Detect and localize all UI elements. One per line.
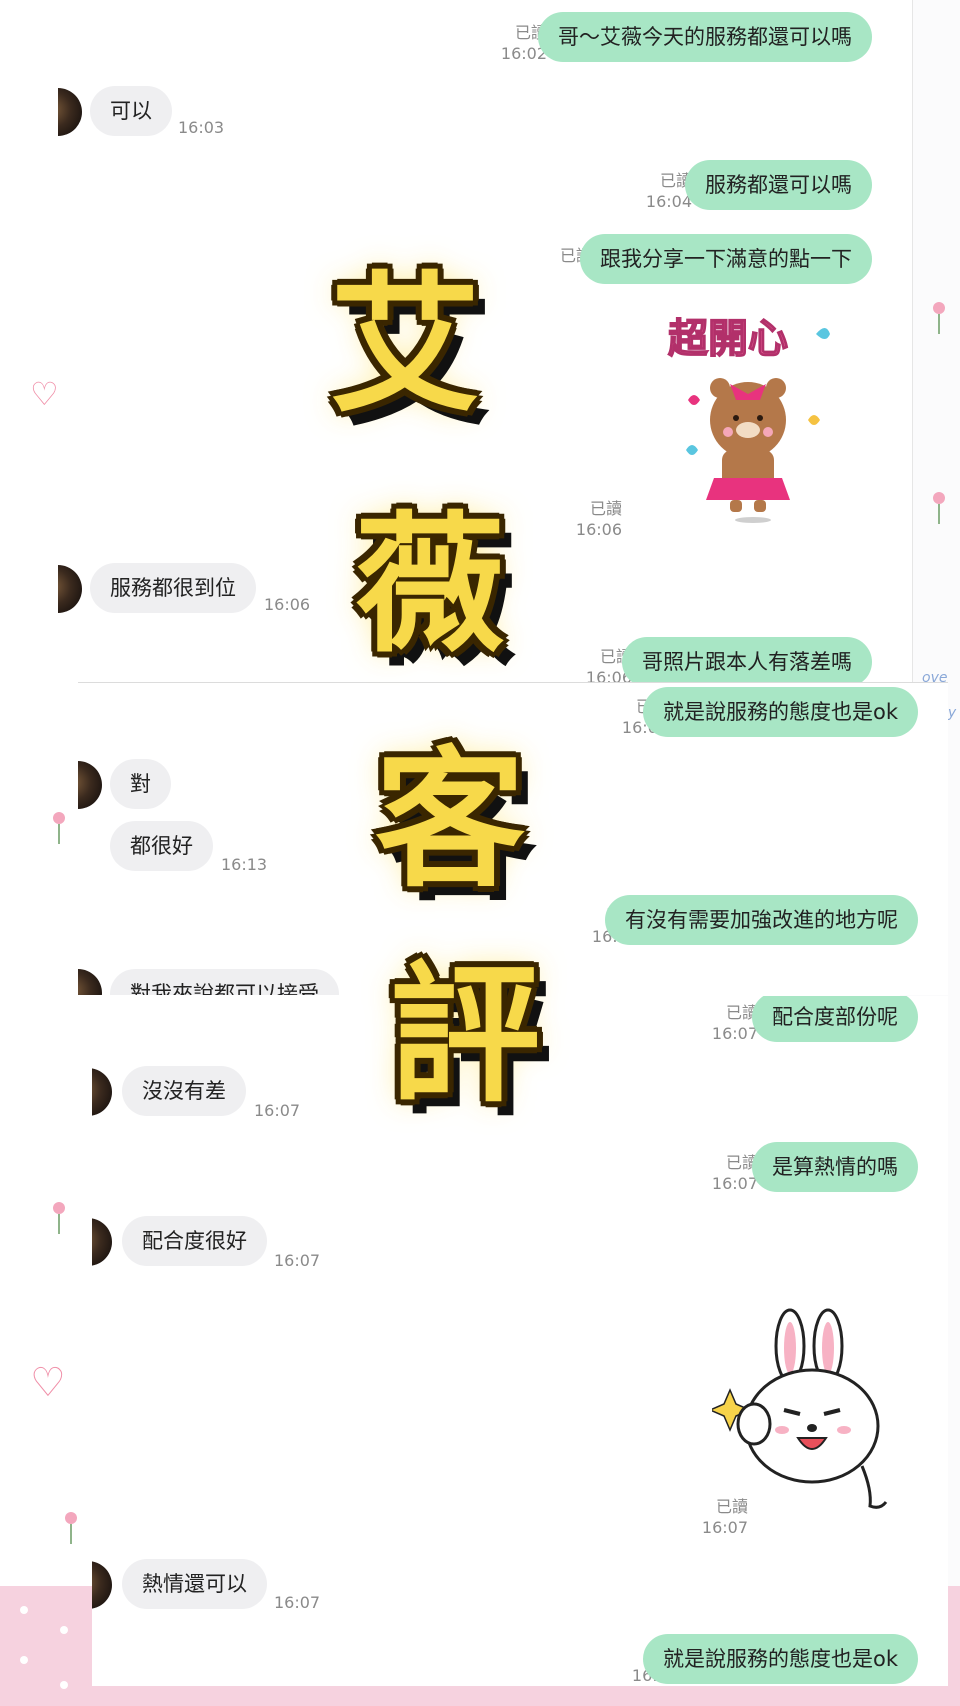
incoming-message-bubble[interactable]: 服務都很到位 <box>90 563 256 613</box>
flower-icon <box>53 1202 65 1234</box>
overlay-title-char: 評 <box>390 947 541 1123</box>
outgoing-message-bubble[interactable]: 配合度部份呢 <box>752 996 918 1042</box>
sticker-caption: 超開心 <box>668 316 788 362</box>
avatar[interactable] <box>78 969 102 995</box>
read-receipt: 已讀 16:06 <box>575 499 622 539</box>
avatar[interactable] <box>58 565 82 613</box>
outgoing-message-bubble[interactable]: 跟我分享一下滿意的點一下 <box>580 234 872 284</box>
avatar[interactable] <box>78 761 102 809</box>
read-receipt: 已讀 16:07 <box>711 1003 758 1043</box>
incoming-message-bubble[interactable]: 沒沒有差 <box>122 1066 246 1116</box>
overlay-title-char: 客 <box>375 732 526 908</box>
outgoing-message-bubble[interactable]: 哥～艾薇今天的服務都還可以嗎 <box>538 12 872 62</box>
message-timestamp: 16:07 <box>274 1593 321 1612</box>
read-receipt: 已讀 16:07 <box>711 1153 758 1193</box>
message-timestamp: 16:07 <box>274 1251 321 1270</box>
message-timestamp: 16:07 <box>254 1101 301 1120</box>
incoming-message-bubble[interactable]: 可以 <box>90 86 172 136</box>
avatar[interactable] <box>92 1218 112 1266</box>
incoming-message-clipped: 對我來說都可以接受 <box>110 969 370 995</box>
cony-rabbit-thumbs-up-sticker[interactable] <box>712 1306 902 1526</box>
incoming-message-bubble[interactable]: 對我來說都可以接受 <box>110 969 339 995</box>
flower-icon <box>53 812 65 844</box>
brown-bear-sticker[interactable]: 超開心 <box>658 310 838 525</box>
outgoing-message-bubble[interactable]: 服務都還可以嗎 <box>685 160 872 210</box>
avatar[interactable] <box>92 1068 112 1116</box>
heart-icon: ♡ <box>30 375 59 413</box>
flower-icon <box>933 492 945 524</box>
incoming-message-bubble[interactable]: 配合度很好 <box>122 1216 267 1266</box>
outgoing-message-bubble[interactable]: 哥照片跟本人有落差嗎 <box>622 637 872 682</box>
outgoing-message-bubble[interactable]: 就是說服務的態度也是ok <box>642 1634 918 1684</box>
background-left <box>0 0 60 1706</box>
flower-icon <box>65 1512 77 1544</box>
avatar[interactable] <box>58 88 82 136</box>
incoming-message-bubble[interactable]: 都很好 <box>110 821 213 871</box>
overlay-title-char: 薇 <box>355 497 506 673</box>
flower-icon <box>933 302 945 334</box>
message-timestamp: 16:03 <box>178 118 225 137</box>
outgoing-message-bubble[interactable]: 就是說服務的態度也是ok <box>642 687 918 737</box>
message-timestamp: 16:13 <box>221 855 268 874</box>
message-timestamp: 16:06 <box>264 595 311 614</box>
outgoing-message-bubble[interactable]: 有沒有需要加強改進的地方呢 <box>605 895 918 945</box>
incoming-message-bubble[interactable]: 熱情還可以 <box>122 1559 267 1609</box>
outgoing-message-bubble[interactable]: 是算熱情的嗎 <box>752 1142 918 1192</box>
incoming-message-bubble[interactable]: 對 <box>110 759 171 809</box>
avatar[interactable] <box>92 1561 112 1609</box>
heart-icon: ♡ <box>30 1360 66 1406</box>
overlay-title-char: 艾 <box>330 257 481 433</box>
